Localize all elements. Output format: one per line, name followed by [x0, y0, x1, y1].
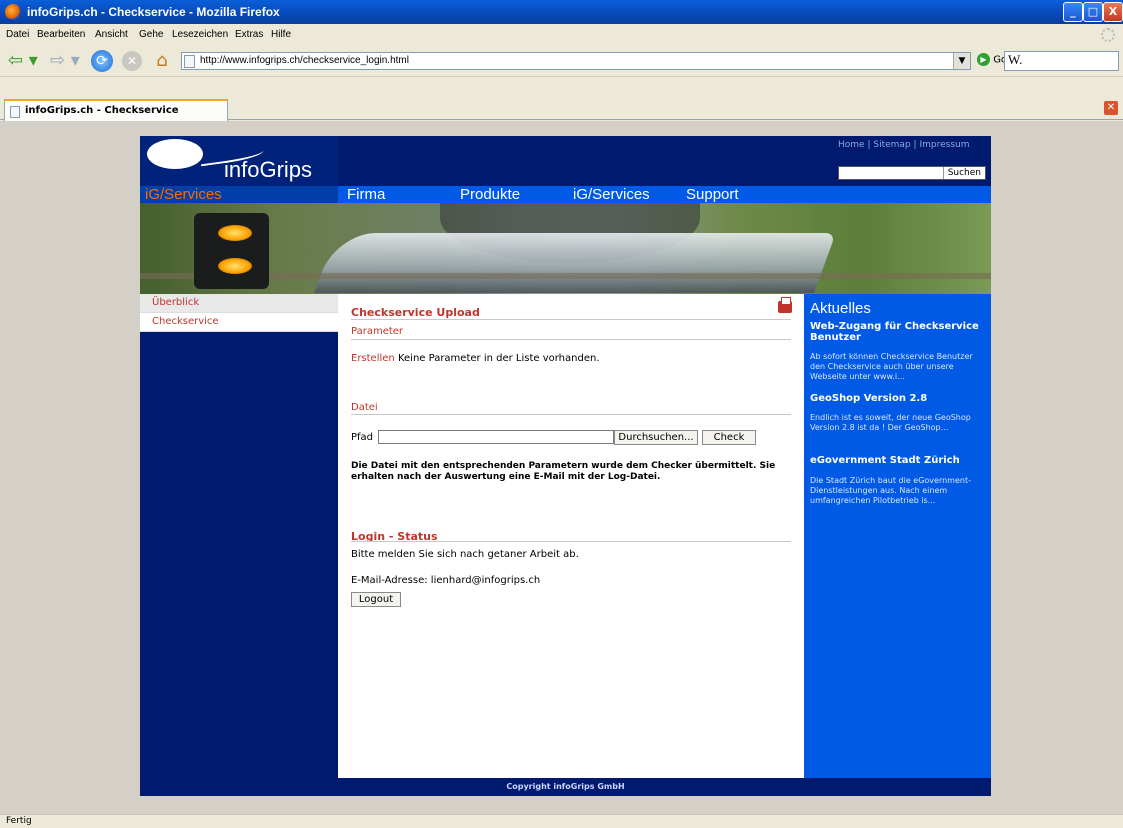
divider — [351, 414, 791, 415]
file-heading: Datei — [351, 402, 378, 413]
news-title[interactable]: eGovernment Stadt Zürich — [810, 455, 988, 466]
separator: | — [867, 140, 871, 150]
menu-ansicht[interactable]: Ansicht — [95, 29, 128, 40]
back-arrow-icon[interactable]: ⇦ ▾ — [8, 51, 38, 71]
menu-bearbeiten[interactable]: Bearbeiten — [37, 29, 85, 40]
printer-icon[interactable] — [778, 297, 792, 313]
check-button[interactable]: Check — [702, 430, 756, 445]
firefox-icon — [5, 4, 21, 20]
url-text[interactable]: http://www.infogrips.ch/checkservice_log… — [200, 55, 409, 66]
go-arrow-icon: ▶ — [977, 53, 990, 66]
link-home[interactable]: Home — [838, 140, 865, 150]
maximize-button[interactable]: □ — [1083, 2, 1103, 22]
sidebar-item-checkservice[interactable]: Checkservice — [140, 313, 338, 332]
page-icon — [184, 55, 195, 68]
news-text: Endlich ist es soweit, der neue GeoShop … — [810, 413, 971, 432]
separator: | — [913, 140, 917, 150]
sidebar-item-ueberblick[interactable]: Überblick — [140, 294, 338, 313]
sidebar: Überblick Checkservice — [140, 294, 338, 796]
divider — [351, 319, 791, 320]
nav-produkte[interactable]: Produkte — [460, 186, 520, 203]
news-title[interactable]: Web-Zugang für Checkservice Benutzer — [810, 321, 988, 343]
top-links: Home | Sitemap | Impressum — [838, 140, 969, 150]
throbber-icon — [1101, 28, 1115, 42]
news-heading: Aktuelles — [810, 300, 871, 317]
nav-firma[interactable]: Firma — [347, 186, 385, 203]
news-text: Ab sofort können Checkservice Benutzer d… — [810, 352, 973, 381]
url-dropdown-icon[interactable]: ▼ — [953, 53, 970, 69]
divider — [351, 541, 791, 542]
logo-text: infoGrips — [224, 157, 313, 182]
logout-button[interactable]: Logout — [351, 592, 401, 607]
email-line: E-Mail-Adresse: lienhard@infogrips.ch — [351, 575, 541, 586]
banner-signal — [194, 213, 269, 289]
section-title: iG/Services — [140, 186, 338, 203]
site-footer: Copyright infoGrips GmbH — [140, 778, 991, 796]
menu-lesezeichen[interactable]: Lesezeichen — [172, 29, 228, 40]
upload-notice: Die Datei mit den entsprechenden Paramet… — [351, 461, 776, 482]
reload-icon[interactable]: ⟳ — [91, 50, 113, 72]
menu-datei[interactable]: Datei — [6, 29, 29, 40]
nav-support[interactable]: Support — [686, 186, 739, 203]
site-logo[interactable]: infoGrips — [140, 136, 338, 186]
signal-lamp — [218, 225, 252, 241]
browse-button[interactable]: Durchsuchen... — [614, 430, 698, 445]
link-sitemap[interactable]: Sitemap — [873, 140, 910, 150]
stop-icon[interactable]: ✕ — [122, 51, 142, 71]
menu-bar: Datei Bearbeiten Ansicht Gehe Lesezeiche… — [0, 25, 1123, 45]
news-text: Die Stadt Zürich baut die eGovernment-Di… — [810, 476, 971, 505]
address-bar[interactable]: http://www.infogrips.ch/checkservice_log… — [181, 52, 971, 70]
signal-lamp — [218, 258, 252, 274]
window-title: infoGrips.ch - Checkservice - Mozilla Fi… — [27, 5, 280, 19]
main-content: Checkservice Upload Parameter Erstellen … — [338, 294, 804, 778]
link-impressum[interactable]: Impressum — [919, 140, 969, 150]
site-search-input[interactable]: Suchen — [838, 166, 986, 180]
menu-extras[interactable]: Extras — [235, 29, 263, 40]
forward-arrow-icon[interactable]: ⇨ ▾ — [50, 51, 80, 71]
search-engine-box[interactable]: W. — [1004, 51, 1119, 71]
create-link[interactable]: Erstellen — [351, 353, 395, 364]
tab-label: infoGrips.ch - Checkservice — [25, 105, 179, 116]
news-column: Aktuelles Web-Zugang für Checkservice Be… — [804, 294, 991, 778]
banner-image — [140, 203, 991, 294]
nav-igservices[interactable]: iG/Services — [573, 186, 650, 203]
logo-oval — [147, 139, 203, 169]
menu-hilfe[interactable]: Hilfe — [271, 29, 291, 40]
parameter-heading: Parameter — [351, 326, 404, 337]
news-title[interactable]: GeoShop Version 2.8 — [810, 393, 988, 404]
divider — [351, 339, 791, 340]
close-window-button[interactable]: X — [1103, 2, 1123, 22]
banner-train — [314, 233, 836, 293]
close-tab-icon[interactable]: ✕ — [1104, 101, 1118, 115]
site-search-button[interactable]: Suchen — [942, 167, 985, 179]
status-bar: Fertig — [0, 814, 1123, 828]
tab-page-icon — [10, 106, 20, 118]
page-title: Checkservice Upload — [351, 306, 480, 319]
logout-hint: Bitte melden Sie sich nach getaner Arbei… — [351, 549, 579, 560]
no-params-text: Keine Parameter in der Liste vorhanden. — [397, 353, 600, 364]
home-icon[interactable]: ⌂ — [151, 51, 173, 71]
menu-gehe[interactable]: Gehe — [139, 29, 163, 40]
tab-checkservice[interactable]: infoGrips.ch - Checkservice — [4, 99, 228, 121]
window-title-bar: infoGrips.ch - Checkservice - Mozilla Fi… — [0, 0, 1123, 24]
go-button[interactable]: ▶ Go — [977, 53, 1007, 66]
minimize-button[interactable]: _ — [1063, 2, 1083, 22]
path-label: Pfad — [351, 432, 374, 443]
path-input[interactable] — [378, 430, 614, 444]
